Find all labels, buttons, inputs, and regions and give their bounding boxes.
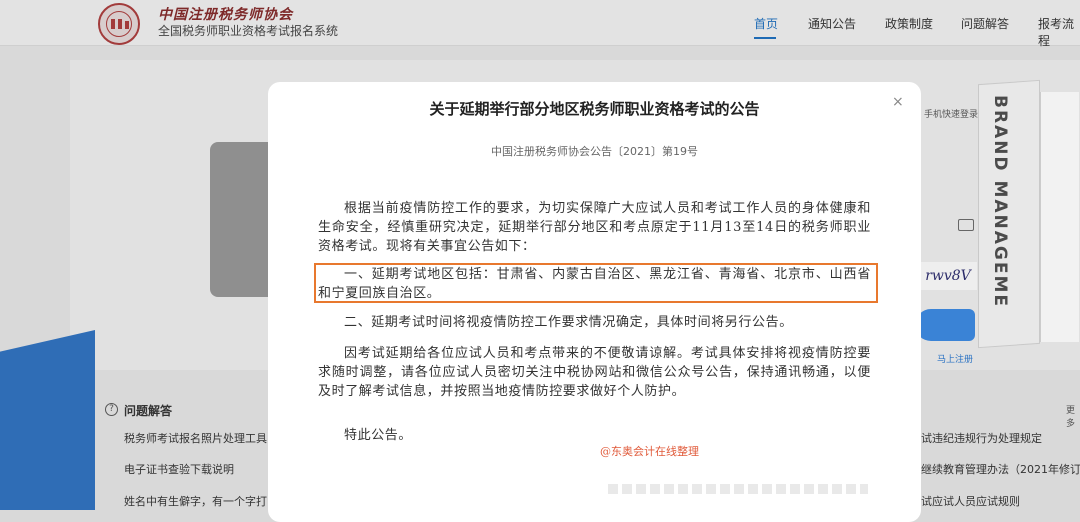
association-logo[interactable] (98, 3, 140, 45)
announcement-paragraph: 二、延期考试时间将视疫情防控工作要求情况确定，具体时间将另行公告。 (344, 315, 793, 330)
faq-item[interactable]: 姓名中有生僻字，有一个字打 (124, 493, 267, 509)
decorative-blue-shape (0, 330, 95, 510)
nav-process[interactable]: 报考流程 (1038, 15, 1080, 49)
captcha-image[interactable]: rwv8V (919, 262, 977, 290)
announcement-modal: 关于延期举行部分地区税务师职业资格考试的公告 × 中国注册税务师协会公告〔202… (268, 82, 921, 522)
keyboard-icon[interactable] (958, 219, 974, 231)
logo-mark (118, 19, 122, 29)
faq-item[interactable]: 电子证书查验下载说明 (124, 461, 234, 477)
faq-more-link[interactable]: 更多 (1066, 403, 1080, 429)
logo-mark (111, 19, 115, 29)
org-name: 中国注册税务师协会 (158, 7, 293, 23)
login-button[interactable] (915, 309, 975, 341)
close-icon[interactable]: × (892, 94, 904, 110)
nav-policies[interactable]: 政策制度 (885, 15, 933, 32)
book-illustration-side (1040, 92, 1079, 342)
policy-item[interactable]: 继续教育管理办法（2021年修订） (921, 461, 1080, 477)
policy-item[interactable]: 试违纪违规行为处理规定 (921, 430, 1042, 446)
faded-text-line (608, 484, 868, 494)
nav-active-indicator (754, 37, 776, 39)
announcement-paragraph: 一、延期考试地区包括：甘肃省、内蒙古自治区、黑龙江省、青海省、北京市、山西省和宁… (318, 267, 871, 301)
announcement-paragraph: 根据当前疫情防控工作的要求，为切实保障广大应试人员和考试工作人员的身体健康和生命… (318, 201, 871, 254)
announcement-number: 中国注册税务师协会公告〔2021〕第19号 (491, 145, 698, 158)
nav-notices[interactable]: 通知公告 (808, 15, 856, 32)
announcement-paragraph: 因考试延期给各位应试人员和考点带来的不便敬请谅解。考试具体安排将视疫情防控要求随… (318, 346, 871, 399)
faq-item[interactable]: 税务师考试报名照片处理工具 (124, 430, 267, 446)
modal-title: 关于延期举行部分地区税务师职业资格考试的公告 (429, 100, 760, 118)
watermark-text: @东奥会计在线整理 (600, 445, 699, 458)
book-cover-text: BRAND MANAGEME (990, 95, 1010, 309)
site-header: 中国注册税务师协会 全国税务师职业资格考试报名系统 首页 通知公告 政策制度 问… (0, 0, 1080, 49)
policy-item[interactable]: 试应试人员应试规则 (921, 493, 1020, 509)
faq-title: 问题解答 (124, 404, 173, 418)
logo-mark (125, 21, 129, 29)
quick-login-link[interactable]: 手机快速登录 (924, 107, 978, 120)
banner-image (210, 142, 270, 297)
nav-faq[interactable]: 问题解答 (961, 15, 1009, 32)
system-name: 全国税务师职业资格考试报名系统 (158, 24, 339, 38)
announcement-paragraph: 特此公告。 (344, 428, 413, 443)
question-icon: ? (105, 403, 118, 416)
register-link[interactable]: 马上注册 (937, 352, 973, 365)
nav-home[interactable]: 首页 (754, 15, 778, 32)
